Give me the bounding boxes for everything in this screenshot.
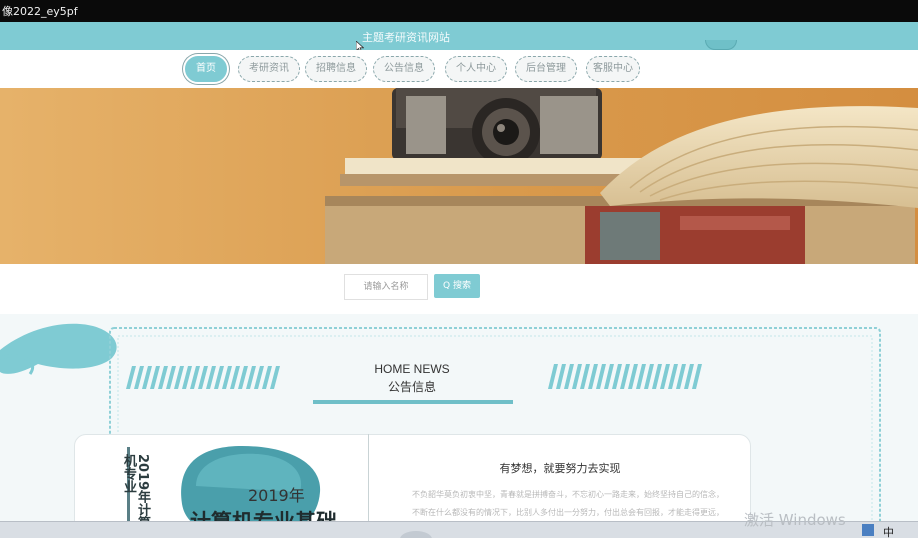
nav-item-announcements[interactable]: 公告信息 [373, 56, 435, 82]
news-title-cn: 公告信息 [387, 380, 436, 394]
search-button[interactable]: Q 搜索 [434, 274, 480, 298]
nav-item-jobs[interactable]: 招聘信息 [305, 56, 367, 82]
site-title: 主题考研资讯网站 [362, 31, 450, 44]
ime-indicator[interactable]: 中 [883, 524, 894, 538]
news-section: HOME NEWS 公告信息 2019年计算机专业 2019年 计算机专业基础 … [0, 314, 918, 538]
main-nav: 首页 考研资讯 招聘信息 公告信息 个人中心 后台管理 客服中心 [0, 50, 918, 88]
nav-item-profile[interactable]: 个人中心 [445, 56, 507, 82]
hero-illustration [0, 88, 918, 264]
nav-item-news[interactable]: 考研资讯 [238, 56, 300, 82]
news-title-en: HOME NEWS [374, 362, 450, 376]
nav-item-admin[interactable]: 后台管理 [515, 56, 577, 82]
book-year: 2019年 [248, 486, 305, 505]
search-input[interactable]: 请输入名称 [344, 274, 428, 300]
window-titlebar: 像2022_ey5pf [0, 0, 918, 22]
site-header: 主题考研资讯网站 [0, 22, 918, 50]
activation-watermark: 激活 Windows [744, 511, 846, 529]
nav-item-home[interactable]: 首页 [185, 56, 227, 82]
hero-banner [0, 88, 918, 264]
header-decoration [705, 40, 737, 50]
news-headline[interactable]: 有梦想，就要努力去实现 [370, 460, 750, 476]
nav-item-service[interactable]: 客服中心 [586, 56, 640, 82]
news-title-underline [313, 400, 513, 404]
window-title: 像2022_ey5pf [2, 5, 78, 18]
search-row: 请输入名称 Q 搜索 [0, 264, 918, 314]
